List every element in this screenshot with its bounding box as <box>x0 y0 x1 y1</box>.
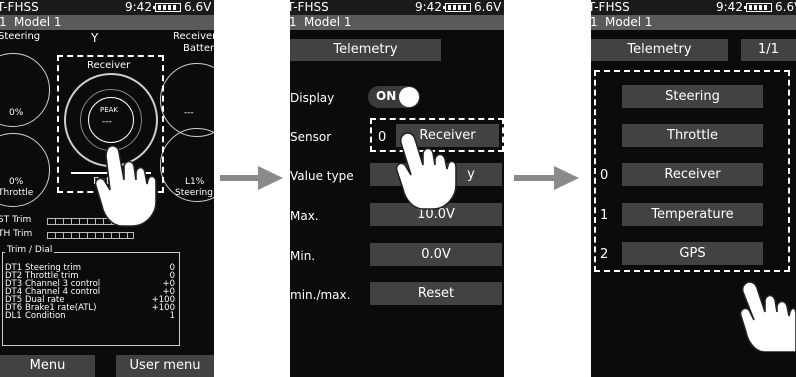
model-name: Model 1 <box>304 15 351 30</box>
slot-0: 0 <box>600 168 608 183</box>
sensor-option-throttle[interactable]: Throttle <box>622 124 763 147</box>
steering-label: Steering <box>0 31 40 42</box>
system-name: T-FHSS <box>591 0 630 15</box>
trim-dial-list: DT1Steering trim0 DT2Throttle trim0 DT3C… <box>5 264 175 320</box>
receiver-gauge-label: Receiver <box>87 60 130 71</box>
status-bar: T-FHSS 9:42 6.6V <box>0 0 214 15</box>
steering-gauge[interactable] <box>0 53 50 127</box>
model-bar: 1 Model 1 <box>591 15 796 30</box>
st-trim-label: ST Trim <box>0 215 31 225</box>
throttle-label: Throttle <box>0 188 33 198</box>
antenna-icon: Y <box>91 31 98 45</box>
max-label: Max. <box>290 209 319 223</box>
peak-value: --- <box>102 117 112 127</box>
page-title: Telemetry <box>290 39 441 61</box>
steering-gauge-value: 0% <box>9 108 23 118</box>
model-number: 1 <box>0 15 7 30</box>
clock: 9:42 <box>125 0 152 15</box>
slot-2: 2 <box>600 247 608 262</box>
th-trim-label: TH Trim <box>0 229 32 239</box>
throttle-gauge-value: 0% <box>9 177 23 187</box>
sensor-select-screen: T-FHSS 9:42 6.6V 1 Model 1 Telemetry 1/1… <box>591 0 796 377</box>
peak-label: PEAK <box>100 106 118 114</box>
voltage: 6.6V <box>775 0 796 15</box>
battery-icon <box>155 3 181 12</box>
home-screen: T-FHSS 9:42 6.6V 1 Model 1 Steering Y Re… <box>0 0 214 377</box>
trim-dial-title: Trim / Dial <box>5 245 54 255</box>
display-toggle-label: ON <box>376 89 396 103</box>
steering-right-value: L1% <box>185 177 204 187</box>
model-number: 1 <box>290 15 297 30</box>
slot-1: 1 <box>600 208 608 223</box>
battery-icon <box>746 3 772 12</box>
minmax-label: min./max. <box>290 288 350 302</box>
reset-button[interactable]: Reset <box>370 282 502 305</box>
value-type-label: Value type <box>290 169 354 183</box>
min-label: Min. <box>290 249 315 263</box>
page-title: Telemetry <box>591 39 728 61</box>
status-bar: T-FHSS 9:42 6.6V <box>290 0 504 15</box>
receiver-battery-label-1: Receiver <box>173 31 214 42</box>
status-bar: T-FHSS 9:42 6.6V <box>591 0 796 15</box>
sensor-option-receiver[interactable]: Receiver <box>622 163 763 186</box>
voltage: 6.6V <box>474 0 501 15</box>
user-menu-button[interactable]: User menu <box>116 355 214 377</box>
sensor-option-gps[interactable]: GPS <box>622 242 763 265</box>
display-toggle[interactable]: ON <box>368 86 420 108</box>
arrow-right-icon <box>514 165 580 191</box>
sensor-label: Sensor <box>290 130 331 144</box>
min-value-button[interactable]: 0.0V <box>370 243 502 266</box>
system-name: T-FHSS <box>290 0 329 15</box>
page-indicator[interactable]: 1/1 <box>741 39 796 61</box>
receiver-battery-gauge-value: --- <box>184 108 194 118</box>
system-name: T-FHSS <box>0 0 39 15</box>
model-bar: 1 Model 1 <box>290 15 504 30</box>
clock: 9:42 <box>415 0 442 15</box>
menu-button[interactable]: Menu <box>0 355 95 377</box>
steering-right-label: Steering <box>175 188 213 198</box>
model-bar: 1 Model 1 <box>0 15 214 30</box>
sensor-option-temperature[interactable]: Temperature <box>622 203 763 226</box>
tap-hand-icon <box>395 131 461 211</box>
receiver-battery-gauge[interactable] <box>160 63 214 137</box>
voltage: 6.6V <box>184 0 211 15</box>
arrow-right-icon <box>220 165 284 191</box>
model-name: Model 1 <box>605 15 652 30</box>
tap-hand-icon <box>94 140 160 230</box>
tap-hand-icon <box>739 280 796 352</box>
sensor-option-steering[interactable]: Steering <box>622 85 763 108</box>
toggle-knob <box>399 87 419 107</box>
telemetry-setup-screen: T-FHSS 9:42 6.6V 1 Model 1 Telemetry Dis… <box>290 0 504 377</box>
battery-icon <box>445 3 471 12</box>
clock: 9:42 <box>716 0 743 15</box>
model-name: Model 1 <box>14 15 61 30</box>
display-label: Display <box>290 91 334 105</box>
th-trim-bar <box>47 232 134 239</box>
list-item: DL1Condition1 <box>5 312 175 320</box>
receiver-battery-label-2: Battery <box>183 43 214 54</box>
model-number: 1 <box>591 15 598 30</box>
